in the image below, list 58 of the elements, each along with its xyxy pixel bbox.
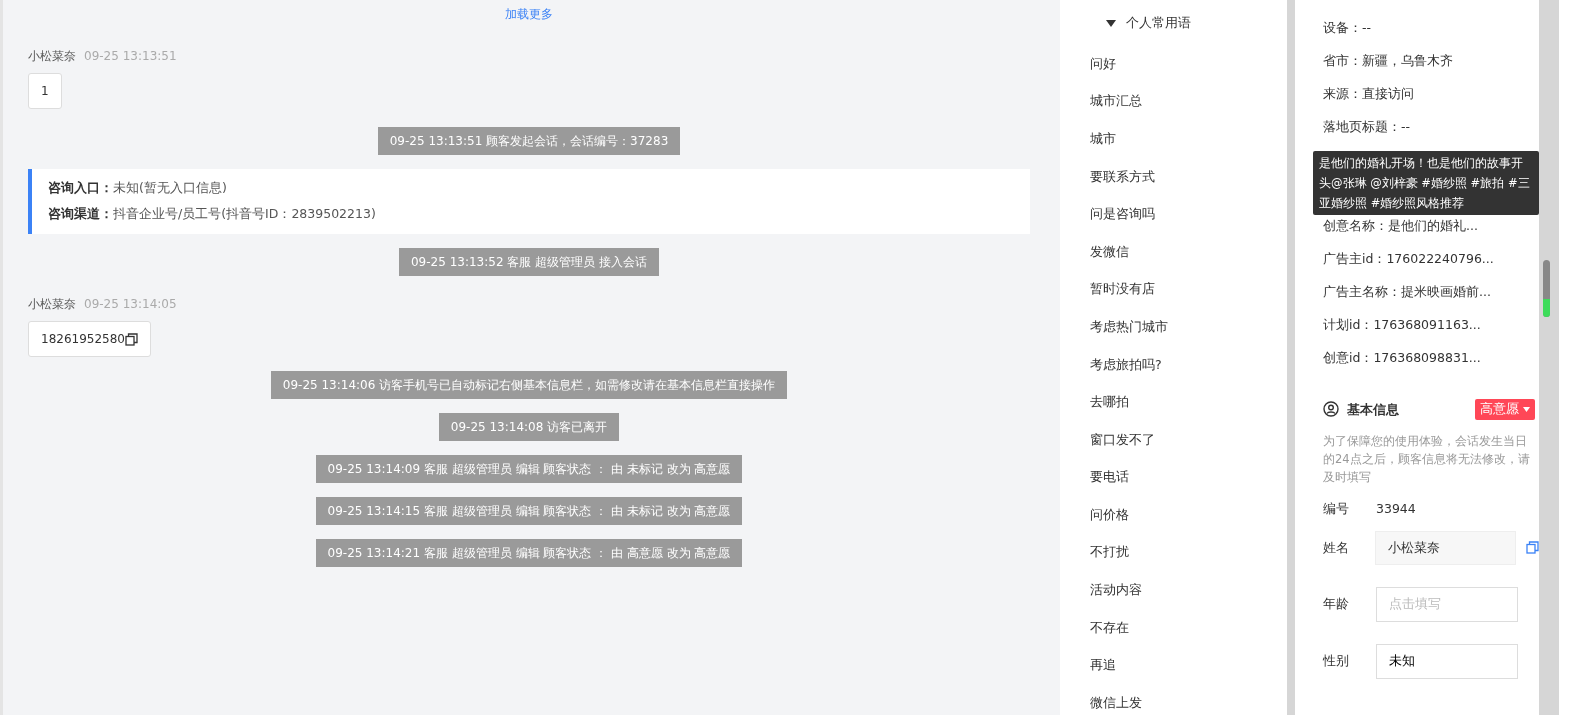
system-message: 09-25 13:14:09 客服 超级管理员 编辑 顾客状态 ： 由 未标记 改为 高意愿	[315, 455, 743, 483]
field-label: 编号	[1323, 499, 1350, 518]
copy-icon[interactable]	[1526, 541, 1539, 555]
info-row-text: 创意名称：是他们的婚礼...	[1323, 217, 1479, 235]
phrase-item[interactable]: 考虑热门城市	[1090, 317, 1287, 336]
info-row-text: 广告主名称：提米映画婚前...	[1323, 283, 1492, 301]
phrase-item[interactable]: 微信上发	[1090, 693, 1287, 712]
sender-name: 小松菜奈	[28, 296, 76, 311]
phrase-item[interactable]: 再追	[1090, 656, 1287, 675]
info-row-text: 来源：直接访问	[1323, 85, 1415, 103]
message-time: 09-25 13:13:51	[84, 48, 177, 63]
phrase-item[interactable]: 问价格	[1090, 505, 1287, 524]
phrase-item[interactable]: 问好	[1090, 54, 1287, 73]
info-row-text: 创意id：176368098831...	[1323, 349, 1482, 367]
phrase-item[interactable]: 活动内容	[1090, 581, 1287, 600]
scrollbar-thumb[interactable]	[1543, 260, 1550, 317]
phrase-item[interactable]: 不打扰	[1090, 543, 1287, 562]
info-row-text: 广告主id：176022240796...	[1323, 250, 1495, 268]
phrase-item[interactable]: 窗口发不了	[1090, 430, 1287, 449]
field-label: 姓名	[1323, 538, 1350, 557]
load-more-link[interactable]: 加载更多	[505, 7, 553, 21]
phrase-item[interactable]: 暂时没有店	[1090, 280, 1287, 299]
system-message: 09-25 13:13:51 顾客发起会话，会话编号：37283	[377, 127, 681, 155]
system-message: 09-25 13:13:52 客服 超级管理员 接入会话	[399, 247, 659, 276]
phrase-item[interactable]: 城市	[1090, 129, 1287, 148]
phrase-item[interactable]: 考虑旅拍吗?	[1090, 355, 1287, 374]
sender-name: 小松菜奈	[28, 48, 76, 63]
tooltip: 是他们的婚礼开场！也是他们的故事开头@张琳 @刘梓豪 #婚纱照 #旅拍 #三亚婚纱照 #婚纱照风格推荐	[1313, 151, 1539, 215]
message-bubble: 18261952580	[28, 321, 151, 357]
info-row-text: 设备：--	[1323, 19, 1373, 37]
info-note: 为了保障您的使用体验，会话发生当日的24点之后，顾客信息将无法修改，请及时填写	[1323, 432, 1531, 486]
phrase-group-toggle[interactable]: 个人常用语	[1090, 14, 1287, 33]
phrase-item[interactable]: 去哪拍	[1090, 393, 1287, 412]
field-value: 33944	[1376, 499, 1416, 518]
input-field[interactable]: 未知	[1376, 644, 1518, 679]
entry-info-line: 咨询渠道：抖音企业号/员工号(抖音号ID：2839502213)	[48, 204, 377, 223]
info-row-text: 省市：新疆，乌鲁木齐	[1323, 52, 1454, 70]
system-message: 09-25 13:14:21 客服 超级管理员 编辑 顾客状态 ： 由 高意愿 改为 高意愿	[315, 539, 743, 567]
message-time: 09-25 13:14:05	[84, 296, 177, 311]
phrase-item[interactable]: 要联系方式	[1090, 167, 1287, 186]
info-row-text: 计划id：176368091163...	[1323, 316, 1482, 334]
message-bubble: 1	[28, 73, 62, 109]
field-label: 性别	[1323, 652, 1350, 670]
system-message: 09-25 13:14:15 客服 超级管理员 编辑 顾客状态 ： 由 未标记 改为 高意愿	[315, 497, 743, 525]
info-row-text: 落地页标题：--	[1323, 118, 1412, 136]
system-message: 09-25 13:14:06 访客手机号已自动标记右侧基本信息栏，如需修改请在基本信息栏直接操作	[270, 371, 788, 399]
system-message: 09-25 13:14:08 访客已离开	[438, 413, 620, 441]
phrase-item[interactable]: 城市汇总	[1090, 92, 1287, 111]
field-label: 年龄	[1323, 595, 1350, 614]
readonly-field: 小松菜奈	[1375, 530, 1516, 566]
user-icon	[1323, 401, 1339, 418]
phrase-item[interactable]: 问是咨询吗	[1090, 205, 1287, 224]
entry-info-line: 咨询入口：未知(暂无入口信息)	[48, 179, 228, 197]
section-title: 基本信息	[1347, 400, 1399, 419]
phrase-item[interactable]: 要电话	[1090, 468, 1287, 487]
input-field[interactable]: 点击填写	[1376, 587, 1518, 622]
phrase-item[interactable]: 发微信	[1090, 242, 1287, 261]
phrase-item[interactable]: 不存在	[1090, 618, 1287, 637]
